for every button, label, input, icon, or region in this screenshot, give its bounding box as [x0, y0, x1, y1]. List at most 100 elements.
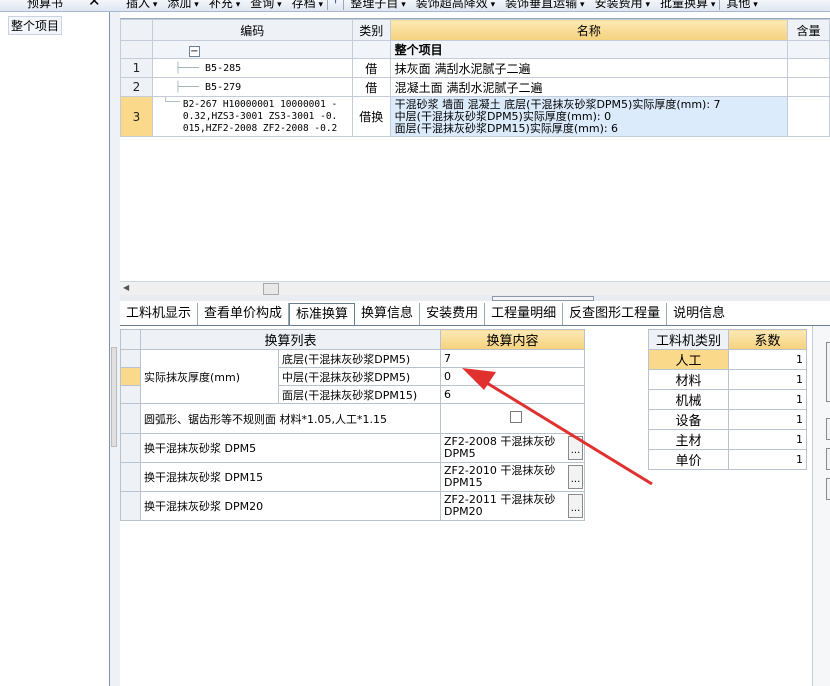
column-header-type[interactable]: 类别 — [351, 19, 391, 41]
scroll-left-icon[interactable]: ◀ — [123, 283, 129, 292]
row-qty[interactable] — [787, 96, 830, 137]
menu-other[interactable]: 其他 — [720, 0, 761, 11]
irregular-checkbox[interactable] — [510, 411, 522, 423]
replace-value[interactable]: ZF2-2010 干混抹灰砂 DPM15 ... — [440, 462, 585, 492]
row-name-line: 中层(干混抹灰砂浆DPM5)实际厚度(mm): 0 — [394, 109, 612, 123]
row-qty[interactable] — [787, 77, 830, 97]
table-row[interactable]: 1 ├─── B5-285 借 抹灰面 满刮水泥腻子二遍 — [120, 58, 830, 78]
side-button[interactable] — [826, 342, 830, 402]
table-row[interactable]: 圆弧形、锯齿形等不规则面 材料*1.05,人工*1.15 — [120, 403, 585, 434]
menu-query[interactable]: 查询 — [244, 0, 285, 11]
row-type: 借换 — [351, 96, 391, 137]
layer-name: 面层(干混抹灰砂浆DPM15) — [278, 385, 441, 404]
row-code[interactable]: ├─── B5-285 — [151, 58, 353, 78]
tab-standard-conversion[interactable]: 标准换算 — [289, 303, 356, 325]
layer-value-input[interactable]: 7 — [440, 349, 585, 368]
tab-resources[interactable]: 工料机显示 — [120, 303, 199, 325]
layer-value-input[interactable]: 0 — [440, 367, 585, 386]
layer-value-input[interactable]: 6 — [440, 385, 585, 404]
tree-connector: └── — [162, 97, 181, 109]
menu-batch-convert[interactable]: 批量换算 — [654, 0, 719, 11]
horizontal-scrollbar[interactable]: ◀ — [120, 281, 830, 295]
factor-row[interactable]: 机械 1 — [648, 389, 807, 410]
replace-value[interactable]: ZF2-2008 干混抹灰砂 DPM5 ... — [440, 433, 585, 463]
group-toggle-cell: − — [151, 40, 353, 59]
factor-value[interactable]: 1 — [728, 449, 807, 470]
row-code[interactable]: ├─── B5-279 — [151, 77, 353, 97]
column-header-qty[interactable]: 含量 — [787, 19, 830, 41]
table-row[interactable]: 2 ├─── B5-279 借 混凝土面 满刮水泥腻子二遍 — [120, 77, 830, 97]
row-code[interactable]: └── B2-267 H10000001 10000001 - 0.32,HZS… — [151, 96, 353, 137]
factor-value[interactable]: 1 — [728, 389, 807, 410]
row-name[interactable]: 混凝土面 满刮水泥腻子二遍 — [389, 77, 789, 97]
tab-conversion-info[interactable]: 换算信息 — [355, 303, 421, 325]
browse-button[interactable]: ... — [568, 465, 583, 489]
table-row[interactable]: 换干混抹灰砂浆 DPM5 ZF2-2008 干混抹灰砂 DPM5 ... — [120, 433, 585, 463]
pane-splitter[interactable] — [120, 295, 830, 301]
row-header — [120, 491, 141, 521]
top-toolbar: 预算书 ✕ 插入 添加 补充 查询 存档 ⚲ 整理子目 装饰超高降效 装饰垂直运… — [0, 0, 830, 12]
row-name[interactable]: 抹灰面 满刮水泥腻子二遍 — [389, 58, 789, 78]
row-header — [120, 462, 141, 492]
tab-install-fee[interactable]: 安装费用 — [420, 303, 486, 325]
menu-organize[interactable]: 整理子目 — [344, 0, 409, 11]
column-header-code[interactable]: 编码 — [151, 19, 353, 41]
menu-install-fee[interactable]: 安装费用 — [589, 0, 654, 11]
row-code-line: B2-267 H10000001 10000001 - — [182, 98, 338, 110]
tab-unit-price[interactable]: 查看单价构成 — [198, 303, 290, 325]
table-row-selected[interactable]: 3 └── B2-267 H10000001 10000001 - 0.32,H… — [120, 96, 830, 137]
scrollbar-thumb[interactable] — [263, 283, 279, 295]
menu-vertical-transport[interactable]: 装饰垂直运输 — [499, 0, 588, 11]
factor-value[interactable]: 1 — [728, 369, 807, 390]
tab-reverse-lookup[interactable]: 反查图形工程量 — [563, 303, 668, 325]
layer-name: 中层(干混抹灰砂浆DPM5) — [278, 367, 441, 386]
row-code-text: B5-285 — [205, 62, 242, 74]
splitter-grip[interactable] — [492, 296, 594, 301]
row-number: 3 — [120, 96, 153, 137]
vertical-scrollbar[interactable] — [111, 347, 117, 447]
row-qty[interactable] — [787, 58, 830, 78]
table-row[interactable]: 换干混抹灰砂浆 DPM20 ZF2-2011 干混抹灰砂 DPM20 ... — [120, 491, 585, 521]
tree-item-root[interactable]: 整个项目 — [8, 16, 63, 35]
factor-category: 人工 — [648, 349, 729, 370]
budget-tab-label: 预算书 — [27, 0, 64, 10]
factor-row[interactable]: 设备 1 — [648, 409, 807, 430]
factor-row[interactable]: 材料 1 — [648, 369, 807, 390]
menu-archive[interactable]: 存档 — [286, 0, 327, 11]
factor-row[interactable]: 主材 1 — [648, 429, 807, 450]
factor-category: 设备 — [648, 409, 729, 430]
side-button[interactable] — [826, 478, 830, 500]
menu-add[interactable]: 添加 — [161, 0, 202, 11]
browse-button[interactable]: ... — [568, 436, 583, 460]
row-code-line: 015,HZF2-2008 ZF2-2008 -0.2 — [182, 122, 338, 134]
conversion-table: 换算列表 换算内容 实际抹灰厚度(mm) 底层(干混抹灰砂浆DPM5) 7 中层… — [120, 329, 585, 521]
table-row[interactable]: 换干混抹灰砂浆 DPM15 ZF2-2010 干混抹灰砂 DPM15 ... — [120, 462, 585, 492]
tab-quantity-detail[interactable]: 工程量明细 — [485, 303, 564, 325]
menu-supplement[interactable]: 补充 — [203, 0, 244, 11]
budget-tab[interactable]: 预算书 ✕ — [0, 0, 110, 11]
replace-value[interactable]: ZF2-2011 干混抹灰砂 DPM20 ... — [440, 491, 585, 521]
menu-height-efficiency[interactable]: 装饰超高降效 — [410, 0, 499, 11]
column-header-factor: 系数 — [728, 329, 807, 350]
factor-row[interactable]: 单价 1 — [648, 449, 807, 470]
side-button[interactable] — [826, 448, 830, 470]
column-header-name[interactable]: 名称 — [389, 19, 789, 41]
close-icon[interactable]: ✕ — [88, 0, 101, 10]
binoculars-icon[interactable]: ⚲ — [328, 0, 343, 11]
row-name[interactable]: 干混砂浆 墙面 混凝土 底层(干混抹灰砂浆DPM5)实际厚度(mm): 7 中层… — [389, 96, 789, 137]
thickness-label: 实际抹灰厚度(mm) — [140, 349, 279, 404]
factor-row[interactable]: 人工 1 — [648, 349, 807, 370]
side-button[interactable] — [826, 418, 830, 440]
menu-insert[interactable]: 插入 — [120, 0, 161, 11]
grid-header-row: 编码 类别 名称 含量 — [120, 19, 830, 41]
tab-description[interactable]: 说明信息 — [667, 303, 731, 325]
factor-value[interactable]: 1 — [728, 349, 807, 370]
factor-value[interactable]: 1 — [728, 409, 807, 430]
collapse-icon[interactable]: − — [188, 45, 200, 57]
row-code-text: B5-279 — [205, 81, 242, 93]
factor-value[interactable]: 1 — [728, 429, 807, 450]
group-row[interactable]: − 整个项目 — [120, 40, 830, 59]
browse-button[interactable]: ... — [568, 494, 583, 518]
table-row[interactable]: 实际抹灰厚度(mm) 底层(干混抹灰砂浆DPM5) 7 — [120, 349, 585, 404]
replace-label: 换干混抹灰砂浆 DPM20 — [140, 491, 441, 521]
